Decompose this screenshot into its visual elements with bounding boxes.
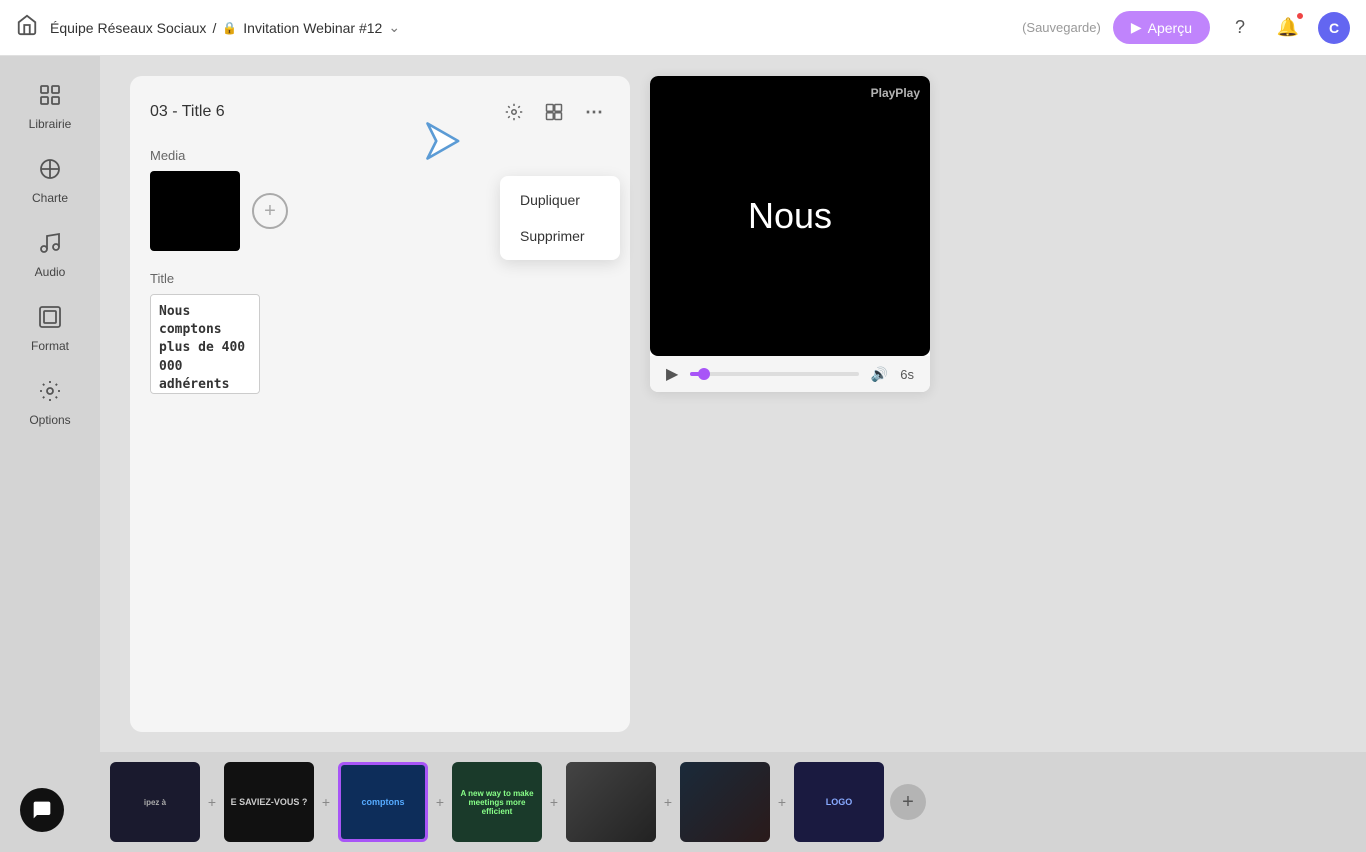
breadcrumb: Équipe Réseaux Sociaux / 🔒 Invitation We… [50,19,1010,36]
thumbnail-2[interactable]: E SAVIEZ-VOUS ? [224,762,314,842]
title-section: Title Nous comptons plus de 400 000 adhé… [150,271,610,399]
video-preview: PlayPlay Nous [650,76,930,356]
dropdown-duplicate[interactable]: Dupliquer [500,182,620,218]
breadcrumb-team: Équipe Réseaux Sociaux [50,20,206,36]
thumbnail-1[interactable]: ipez à [110,762,200,842]
add-scene-between-6-7[interactable]: + [770,790,794,814]
thumbnail-item-2: E SAVIEZ-VOUS ? [224,762,314,842]
sidebar: Librairie Charte Audio [0,56,100,852]
preview-panel: PlayPlay Nous ▶ 🔊 6s [650,76,1336,732]
sidebar-label-options: Options [29,413,70,427]
thumbnail-6[interactable] [680,762,770,842]
thumbnail-1-content: ipez à [110,762,200,842]
breadcrumb-separator: / [212,20,216,36]
thumbnail-5-content [566,762,656,842]
sidebar-label-format: Format [31,339,69,353]
thumbnail-3[interactable]: comptons [338,762,428,842]
notifications-button[interactable]: 🔔 [1270,10,1306,46]
add-scene-between-4-5[interactable]: + [542,790,566,814]
thumbnail-4-content: A new way to make meetings more efficien… [452,762,542,842]
chat-bubble-button[interactable] [20,788,64,832]
main-layout: Librairie Charte Audio [0,56,1366,852]
thumbnail-7[interactable]: LOGO [794,762,884,842]
notification-badge [1296,12,1304,20]
dropdown-delete[interactable]: Supprimer [500,218,620,254]
scene-title: 03 - Title 6 [150,103,498,121]
scene-more-button[interactable]: ⋯ [578,96,610,128]
thumbnail-item-5 [566,762,656,842]
thumbnail-item-1: ipez à [110,762,200,842]
sidebar-label-audio: Audio [35,265,66,279]
lock-icon: 🔒 [222,21,237,35]
scene-header-icons: ⋯ [498,96,610,128]
title-label: Title [150,271,610,286]
help-button[interactable]: ? [1222,10,1258,46]
scene-header: 03 - Title 6 [150,96,610,128]
media-thumbnail[interactable] [150,171,240,251]
audio-icon [38,231,62,261]
thumbnail-item-3: comptons [338,762,428,842]
home-icon[interactable] [16,14,38,42]
thumbnail-item-7: LOGO [794,762,884,842]
scene-panel: 03 - Title 6 [130,76,630,732]
progress-fill [690,372,703,376]
thumbnail-4[interactable]: A new way to make meetings more efficien… [452,762,542,842]
video-main-text: Nous [748,195,832,237]
progress-bar[interactable] [690,372,859,376]
sidebar-item-librairie[interactable]: Librairie [10,72,90,142]
topbar-right: (Sauvegarde) ▶ Aperçu ? 🔔 C [1022,10,1350,46]
thumbnail-5[interactable] [566,762,656,842]
thumbnail-7-content: LOGO [794,762,884,842]
scene-layout-button[interactable] [538,96,570,128]
add-scene-between-2-3[interactable]: + [314,790,338,814]
apercu-label: Aperçu [1148,20,1192,36]
progress-dot [698,368,710,380]
options-icon [38,379,62,409]
thumbnail-item-6 [680,762,770,842]
editor-area: 03 - Title 6 [100,56,1366,752]
video-controls: ▶ 🔊 6s [650,356,930,392]
thumbnail-2-content: E SAVIEZ-VOUS ? [224,762,314,842]
play-triangle-icon: ▶ [1131,19,1142,36]
library-icon [38,83,62,113]
thumbnail-6-content [680,762,770,842]
chevron-down-icon[interactable]: ⌄ [388,19,400,36]
charte-icon [38,157,62,187]
sidebar-item-charte[interactable]: Charte [10,146,90,216]
playplay-watermark: PlayPlay [871,86,920,100]
add-scene-between-5-6[interactable]: + [656,790,680,814]
title-input[interactable]: Nous comptons plus de 400 000 adhérents … [150,294,260,394]
volume-icon[interactable]: 🔊 [871,366,888,383]
thumbnail-strip: ipez à + E SAVIEZ-VOUS ? + comptons + [100,752,1366,852]
apercu-button[interactable]: ▶ Aperçu [1113,11,1210,44]
add-media-button[interactable]: + [252,193,288,229]
sidebar-item-audio[interactable]: Audio [10,220,90,290]
format-icon [38,305,62,335]
add-scene-between-3-4[interactable]: + [428,790,452,814]
duration-label: 6s [900,367,914,382]
media-label: Media [150,148,610,163]
thumbnail-item-4: A new way to make meetings more efficien… [452,762,542,842]
user-avatar[interactable]: C [1318,12,1350,44]
sidebar-label-charte: Charte [32,191,68,205]
add-scene-button[interactable]: + [890,784,926,820]
dropdown-menu: Dupliquer Supprimer [500,176,620,260]
sidebar-item-options[interactable]: Options [10,368,90,438]
sidebar-item-format[interactable]: Format [10,294,90,364]
breadcrumb-project: Invitation Webinar #12 [243,20,382,36]
add-scene-between-1-2[interactable]: + [200,790,224,814]
scene-settings-button[interactable] [498,96,530,128]
thumbnail-3-content: comptons [341,765,425,839]
sidebar-label-librairie: Librairie [29,117,72,131]
topbar: Équipe Réseaux Sociaux / 🔒 Invitation We… [0,0,1366,56]
saving-status: (Sauvegarde) [1022,20,1101,35]
play-button[interactable]: ▶ [666,364,678,384]
content-area: 03 - Title 6 [100,56,1366,852]
